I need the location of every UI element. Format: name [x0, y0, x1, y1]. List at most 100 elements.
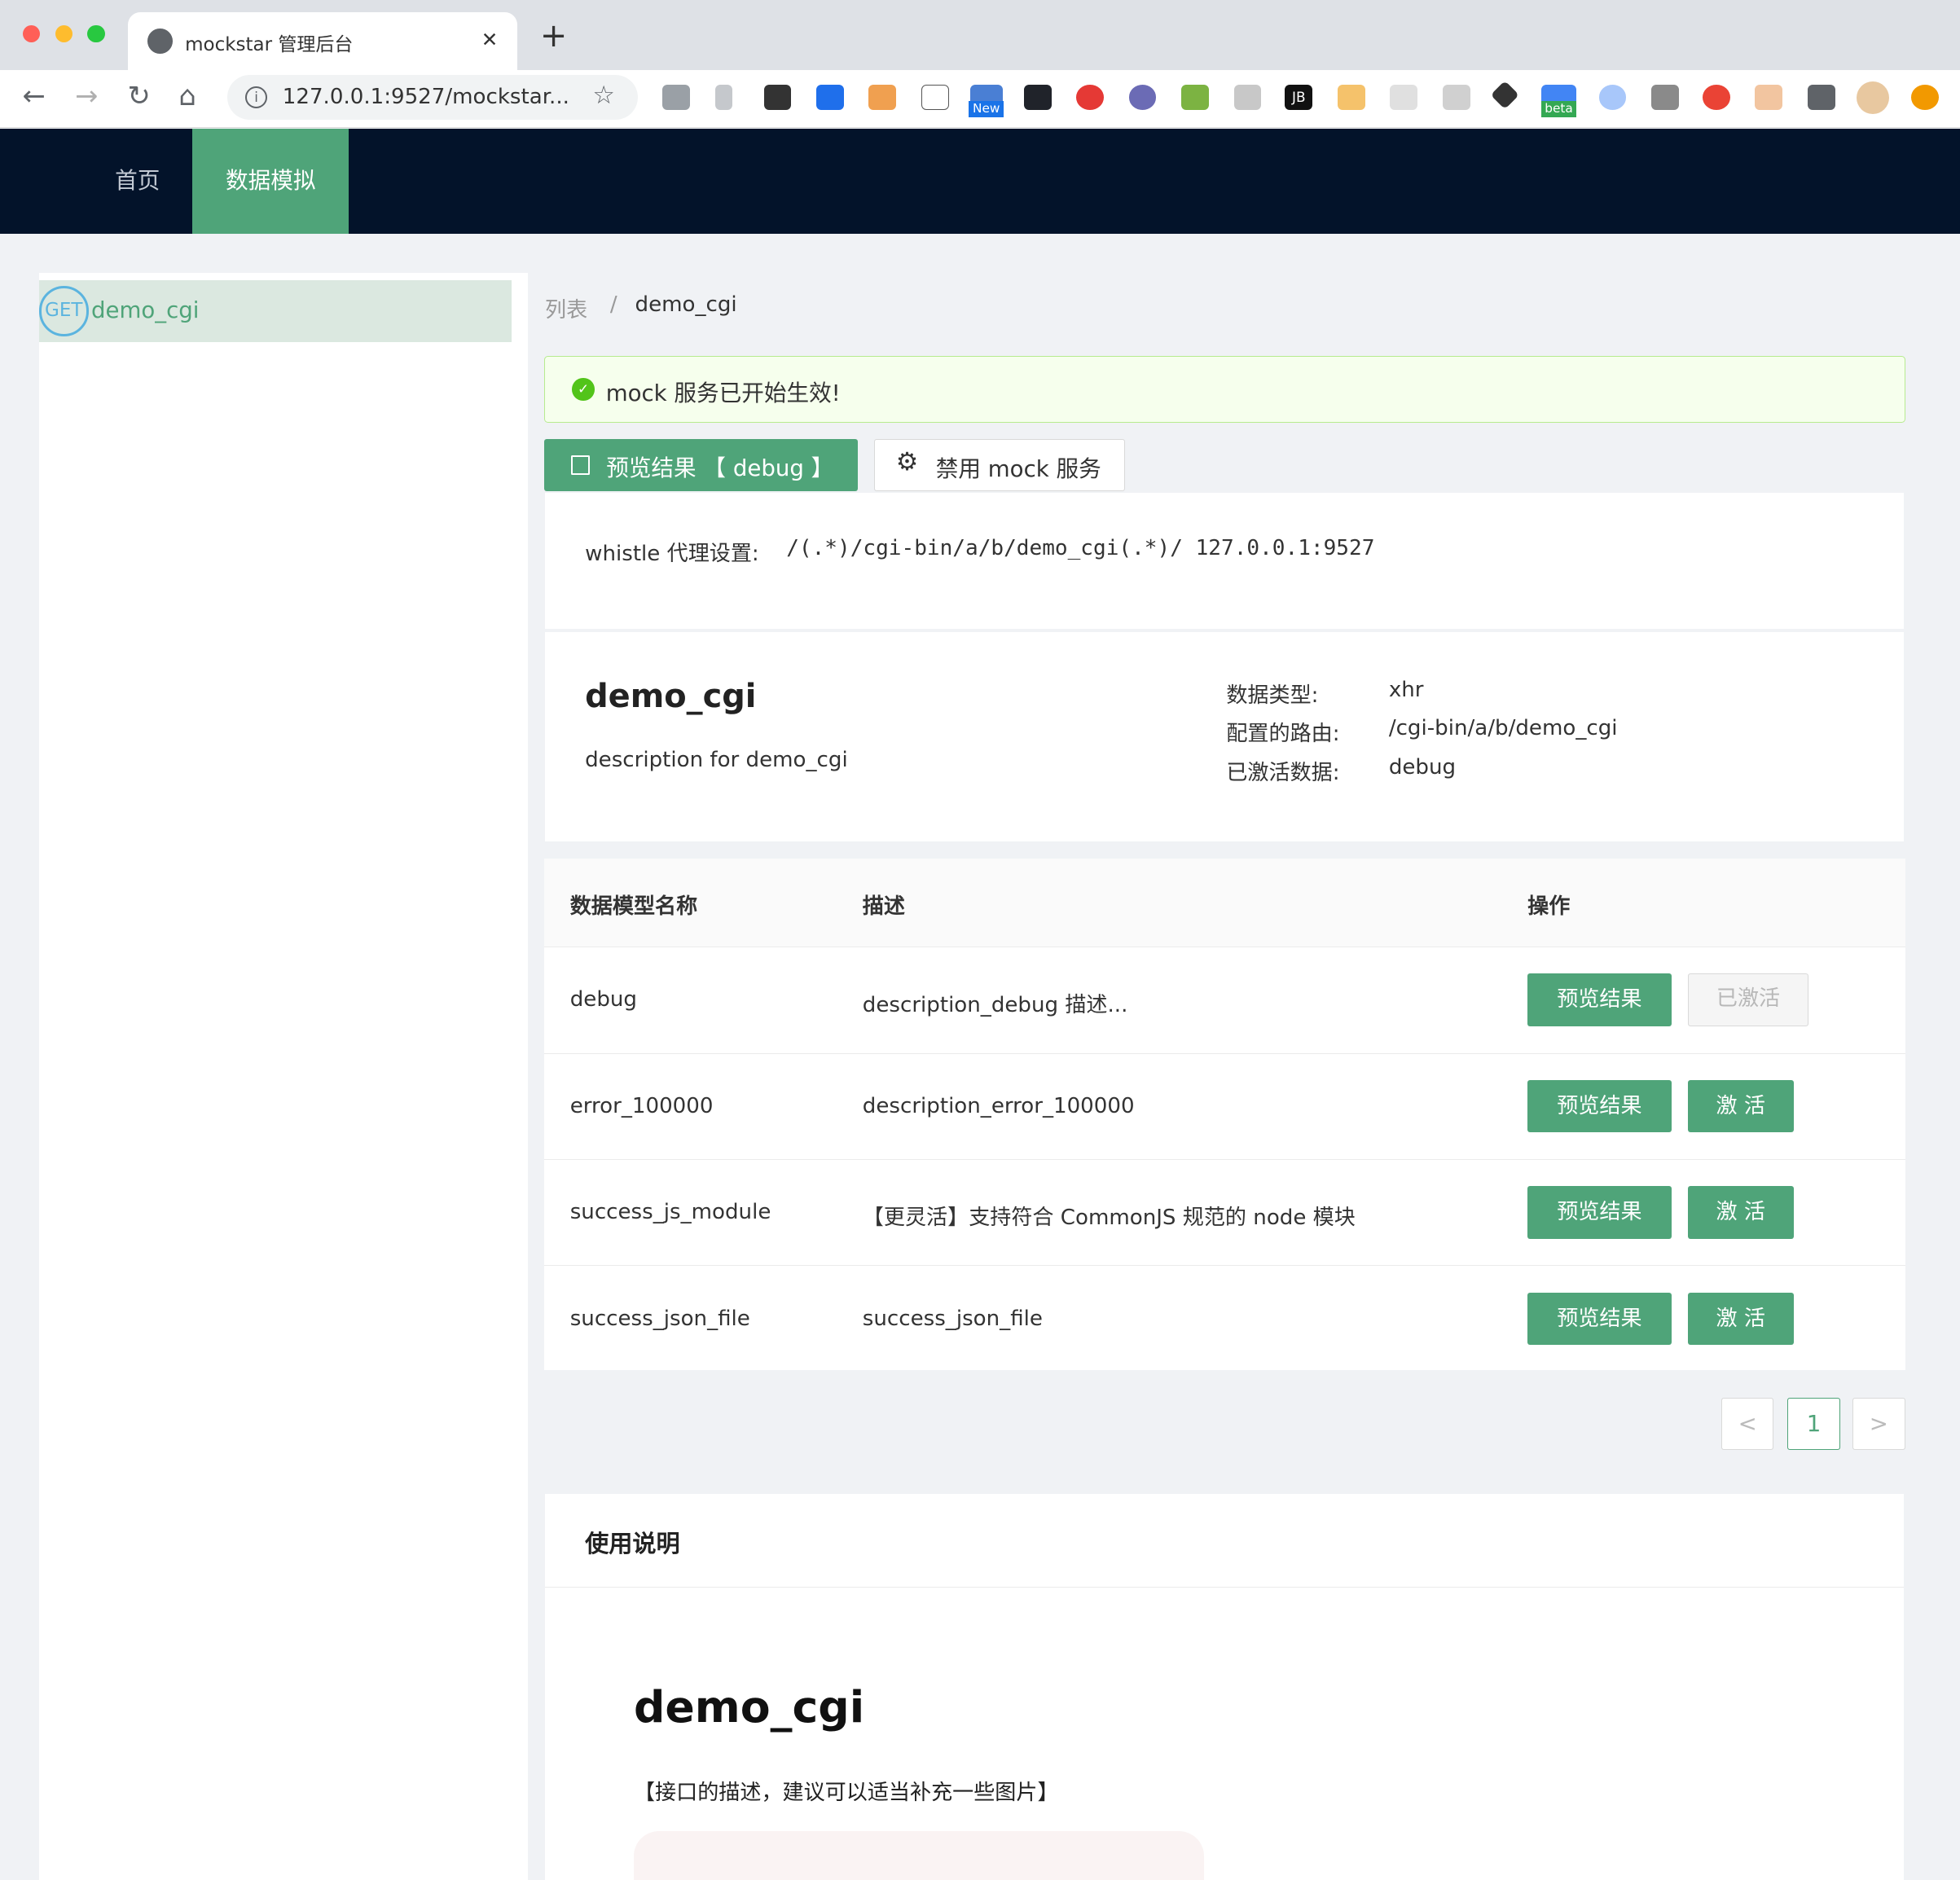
list-icon	[571, 455, 591, 476]
row-preview-button[interactable]: 预览结果	[1527, 973, 1672, 1026]
browser-tab-strip: mockstar 管理后台 ✕ +	[0, 0, 1960, 70]
minimize-window-icon[interactable]	[55, 24, 73, 43]
model-name: success_json_file	[569, 1306, 750, 1331]
record-ext-icon[interactable]	[1076, 85, 1104, 111]
sidebar-item-demo-cgi[interactable]: GET demo_cgi	[38, 279, 512, 343]
row-preview-button[interactable]: 预览结果	[1527, 1186, 1672, 1239]
beta-ext-icon[interactable]: beta	[1541, 85, 1576, 118]
breadcrumb-separator: /	[609, 292, 617, 318]
privacy-ext-icon[interactable]	[1442, 85, 1470, 111]
column-header-name: 数据模型名称	[569, 894, 698, 919]
info-icon[interactable]: i	[244, 86, 268, 109]
nav-mock[interactable]: 数据模拟	[192, 129, 349, 234]
breadcrumb-current: demo_cgi	[635, 292, 737, 318]
proxy-rule: /(.*)/cgi-bin/a/b/demo_cgi(.*)/ 127.0.0.…	[786, 536, 1375, 561]
pagination-prev[interactable]: <	[1721, 1397, 1774, 1450]
cgi-name: demo_cgi	[585, 677, 757, 715]
forward-icon[interactable]: →	[75, 80, 98, 112]
maximize-window-icon[interactable]	[87, 24, 105, 43]
nav-home[interactable]: 首页	[82, 129, 192, 234]
proxy-card: whistle 代理设置: /(.*)/cgi-bin/a/b/demo_cgi…	[545, 492, 1905, 629]
type-label: 数据类型:	[1226, 683, 1319, 708]
sidebar: GET demo_cgi	[38, 272, 528, 1880]
table-row: debug description_debug 描述... 预览结果 已激活	[543, 947, 1905, 1054]
browser-tab[interactable]: mockstar 管理后台 ✕	[127, 12, 518, 70]
activate-button[interactable]: 激 活	[1687, 1079, 1794, 1133]
notes-ext-icon[interactable]	[868, 85, 897, 111]
disable-mock-button[interactable]: ⚙ 禁用 mock 服务	[873, 438, 1126, 492]
qrcode-ext-icon[interactable]	[763, 85, 792, 111]
puzzle-ext-icon[interactable]	[1807, 85, 1835, 111]
activate-button[interactable]: 激 活	[1687, 1292, 1794, 1346]
back-icon[interactable]: ←	[23, 80, 46, 112]
new-badge: New	[969, 101, 1004, 118]
alert-text: mock 服务已开始生效!	[605, 379, 841, 406]
column-header-ops: 操作	[1527, 894, 1571, 919]
bolt-ext-icon[interactable]	[714, 85, 733, 111]
model-name: debug	[569, 987, 637, 1012]
m-ext-icon[interactable]	[1702, 85, 1730, 111]
table-row: error_100000 description_error_100000 预览…	[543, 1053, 1905, 1160]
row-preview-button[interactable]: 预览结果	[1527, 1292, 1672, 1346]
close-window-icon[interactable]	[22, 24, 41, 43]
success-alert: ✓ mock 服务已开始生效!	[543, 356, 1905, 423]
reload-icon[interactable]: ↻	[128, 80, 151, 112]
activate-button[interactable]: 激 活	[1687, 1186, 1794, 1239]
doc-image-placeholder	[633, 1831, 1204, 1880]
new-tab-button[interactable]: +	[540, 17, 567, 55]
star-icon[interactable]: ☆	[592, 81, 615, 110]
sidebar-item-label: demo_cgi	[91, 296, 200, 323]
doc-description: 【接口的描述，建议可以适当补充一些图片】	[633, 1780, 1059, 1805]
cgi-description: description for demo_cgi	[585, 747, 848, 772]
update-icon[interactable]	[1911, 85, 1939, 111]
beta-badge: beta	[1541, 101, 1576, 118]
jb-ext-icon[interactable]: JB	[1285, 85, 1313, 111]
doc-ext-icon[interactable]	[1181, 85, 1209, 111]
shield-ext-icon[interactable]	[1233, 85, 1262, 111]
activated-button: 已激活	[1687, 973, 1809, 1026]
disable-mock-label: 禁用 mock 服务	[935, 455, 1101, 483]
react-ext-icon[interactable]	[1023, 85, 1052, 111]
table-row: success_js_module 【更灵活】支持符合 CommonJS 规范的…	[543, 1160, 1905, 1267]
preview-result-label: 预览结果 【 debug 】	[606, 455, 834, 482]
cgi-info-card: demo_cgi description for demo_cgi 数据类型: …	[545, 632, 1905, 841]
usage-card: 使用说明 demo_cgi 【接口的描述，建议可以适当补充一些图片】	[545, 1493, 1905, 1880]
json-ext-icon[interactable]	[921, 85, 949, 111]
tab-title: mockstar 管理后台	[185, 34, 354, 56]
tab-close-icon[interactable]: ✕	[481, 28, 499, 51]
column-header-desc: 描述	[862, 894, 905, 919]
preview-result-button[interactable]: 预览结果 【 debug 】	[543, 438, 858, 492]
memo-ext-icon[interactable]	[1337, 85, 1365, 111]
profile-avatar[interactable]	[1856, 81, 1889, 114]
doc-title: demo_cgi	[633, 1680, 865, 1733]
model-desc: success_json_file	[862, 1306, 1043, 1331]
ciql-ext-icon[interactable]	[1390, 85, 1418, 111]
proxy-label: whistle 代理设置:	[585, 542, 759, 567]
table-row: success_json_file success_json_file 预览结果…	[543, 1266, 1905, 1370]
w-ext-icon[interactable]	[816, 85, 844, 111]
model-desc: 【更灵活】支持符合 CommonJS 规范的 node 模块	[862, 1206, 1356, 1231]
route-label: 配置的路由:	[1226, 722, 1340, 747]
translate-ext-icon[interactable]	[1598, 85, 1627, 111]
model-desc: description_debug 描述...	[862, 993, 1128, 1018]
home-icon[interactable]: ⌂	[178, 80, 196, 112]
breadcrumb-root[interactable]: 列表	[545, 292, 587, 323]
check-circle-icon: ✓	[572, 378, 595, 402]
mockstar-ext-icon[interactable]	[1755, 85, 1783, 111]
gear-icon: ⚙	[895, 448, 919, 477]
url-text[interactable]: 127.0.0.1:9527/mockstar...	[283, 85, 569, 109]
address-bar[interactable]: i 127.0.0.1:9527/mockstar... ☆	[227, 75, 638, 121]
new-ext-icon[interactable]: New	[969, 85, 1004, 118]
vue-ext-icon[interactable]	[1651, 85, 1679, 111]
model-desc: description_error_100000	[862, 1093, 1135, 1118]
usage-title: 使用说明	[585, 1530, 680, 1558]
row-preview-button[interactable]: 预览结果	[1527, 1079, 1672, 1133]
model-name: error_100000	[569, 1093, 714, 1118]
eyedropper-ext-icon[interactable]	[662, 85, 691, 111]
ws-ext-icon[interactable]	[1128, 85, 1157, 111]
active-label: 已激活数据:	[1226, 760, 1340, 785]
app-header: 首页 数据模拟	[0, 129, 1960, 234]
type-value: xhr	[1388, 677, 1424, 702]
pagination-page-1[interactable]: 1	[1787, 1397, 1840, 1450]
pagination-next[interactable]: >	[1852, 1397, 1905, 1450]
